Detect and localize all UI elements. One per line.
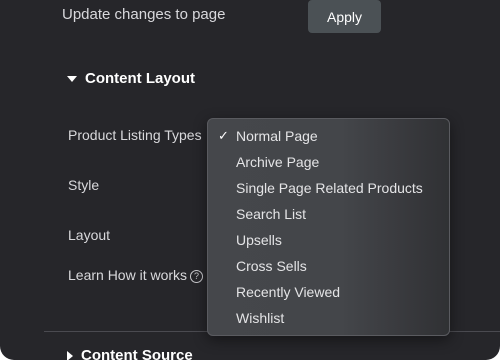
section-title: Content Source (81, 347, 193, 360)
caret-right-icon (67, 350, 73, 360)
dropdown-option[interactable]: Archive Page (208, 149, 449, 175)
listing-type-dropdown-menu: ✓ Normal Page Archive Page Single Page R… (207, 118, 450, 336)
caret-down-icon (67, 75, 77, 82)
learn-how-link[interactable]: Learn How it works? (68, 267, 204, 283)
checkmark-icon: ✓ (218, 128, 229, 143)
layout-label: Layout (68, 227, 111, 243)
dropdown-option[interactable]: Upsells (208, 227, 449, 253)
dropdown-option[interactable]: Cross Sells (208, 253, 449, 279)
apply-button[interactable]: Apply (308, 0, 381, 33)
learn-how-text: Learn How it works (68, 267, 188, 283)
option-label: Single Page Related Products (236, 180, 423, 196)
update-changes-text: Update changes to page (62, 6, 226, 23)
dropdown-option[interactable]: Recently Viewed (208, 279, 449, 305)
option-label: Normal Page (236, 128, 318, 144)
dropdown-option[interactable]: Single Page Related Products (208, 175, 449, 201)
settings-panel: Update changes to page Apply Content Lay… (0, 0, 500, 360)
dropdown-option[interactable]: ✓ Normal Page (208, 123, 449, 149)
dropdown-option[interactable]: Wishlist (208, 305, 449, 331)
option-label: Wishlist (236, 310, 285, 326)
option-label: Recently Viewed (236, 284, 341, 300)
style-label: Style (68, 177, 100, 193)
option-label: Search List (236, 206, 307, 222)
option-label: Upsells (236, 232, 282, 248)
dropdown-option[interactable]: Search List (208, 201, 449, 227)
option-label: Cross Sells (236, 258, 307, 274)
help-circle-icon[interactable]: ? (190, 269, 204, 283)
section-content-layout-header[interactable]: Content Layout (67, 70, 195, 87)
section-title: Content Layout (85, 70, 195, 87)
product-listing-types-label: Product Listing Types (68, 127, 202, 143)
section-content-source-header[interactable]: Content Source (67, 347, 193, 360)
option-label: Archive Page (236, 154, 320, 170)
